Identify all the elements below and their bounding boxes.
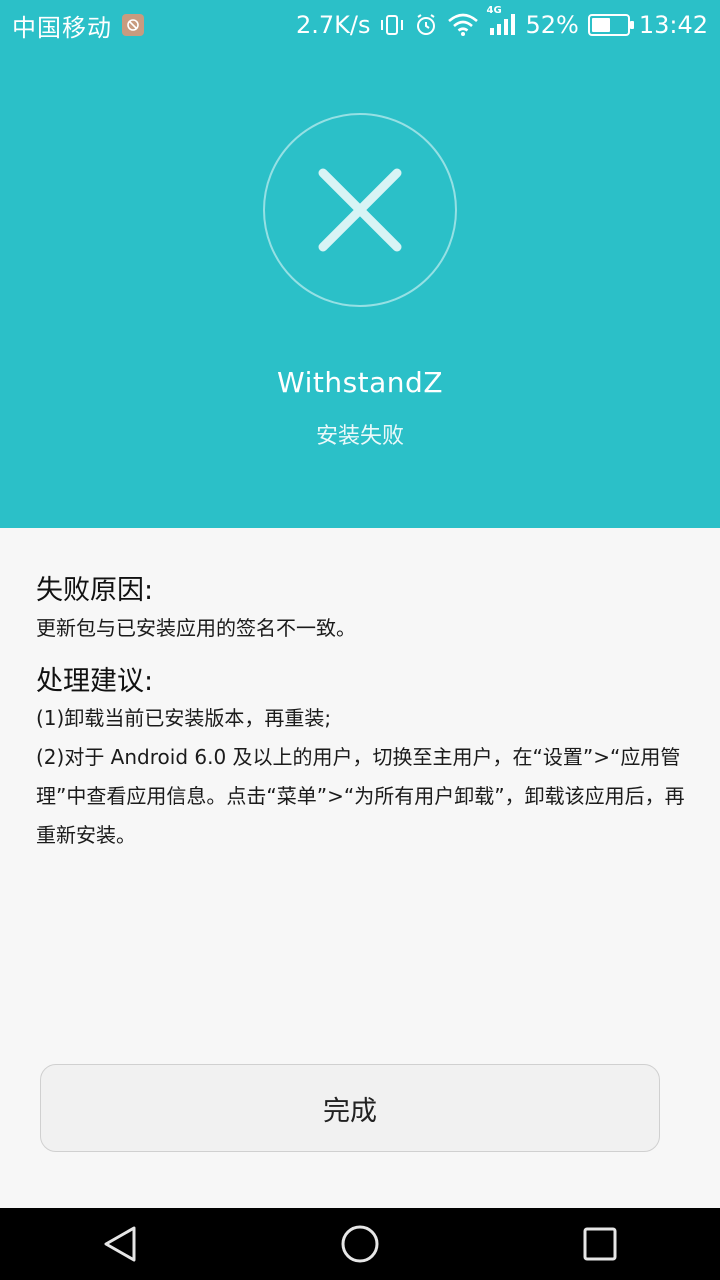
fail-status-circle [263,113,457,307]
wifi-icon [447,13,479,37]
network-type-label: 4G [486,5,502,16]
clock: 13:42 [638,11,708,39]
home-button[interactable] [315,1208,405,1280]
close-icon [318,168,402,252]
alarm-icon [414,13,438,37]
app-name: WithstandZ [277,366,443,399]
status-bar: 中国移动 2.7K/s 4G 52% 13:42 [0,0,720,50]
network-speed: 2.7K/s [295,11,371,39]
battery-icon [587,14,634,36]
suggestion-title: 处理建议: [36,666,154,697]
install-status-text: 安装失败 [315,424,404,449]
suggestion-item-1: (1)卸载当前已安装版本，再重装; [36,706,332,730]
battery-percent: 52% [525,11,579,39]
carrier-label: 中国移动 [12,13,112,42]
battery-level-fill [591,18,610,32]
cellular-signal-icon: 4G [486,5,516,37]
install-result-screen: 中国移动 2.7K/s 4G 52% 13:42 WithstandZ 安装失败… [0,0,720,1280]
notification-badge-icon [122,14,144,36]
result-header: WithstandZ 安装失败 [0,50,720,528]
recents-square-icon [583,1227,617,1261]
navigation-bar [0,1208,720,1280]
back-button[interactable] [75,1208,165,1280]
vibrate-icon [379,13,405,37]
back-triangle-icon [104,1226,136,1262]
home-circle-icon [341,1225,379,1263]
recents-button[interactable] [555,1208,645,1280]
done-button[interactable]: 完成 [40,1064,660,1152]
suggestion-item-2: (2)对于 Android 6.0 及以上的用户，切换至主用户，在“设置”>“应… [36,745,685,847]
failure-reason-text: 更新包与已安装应用的签名不一致。 [36,616,356,640]
failure-reason-title: 失败原因: [36,575,154,606]
